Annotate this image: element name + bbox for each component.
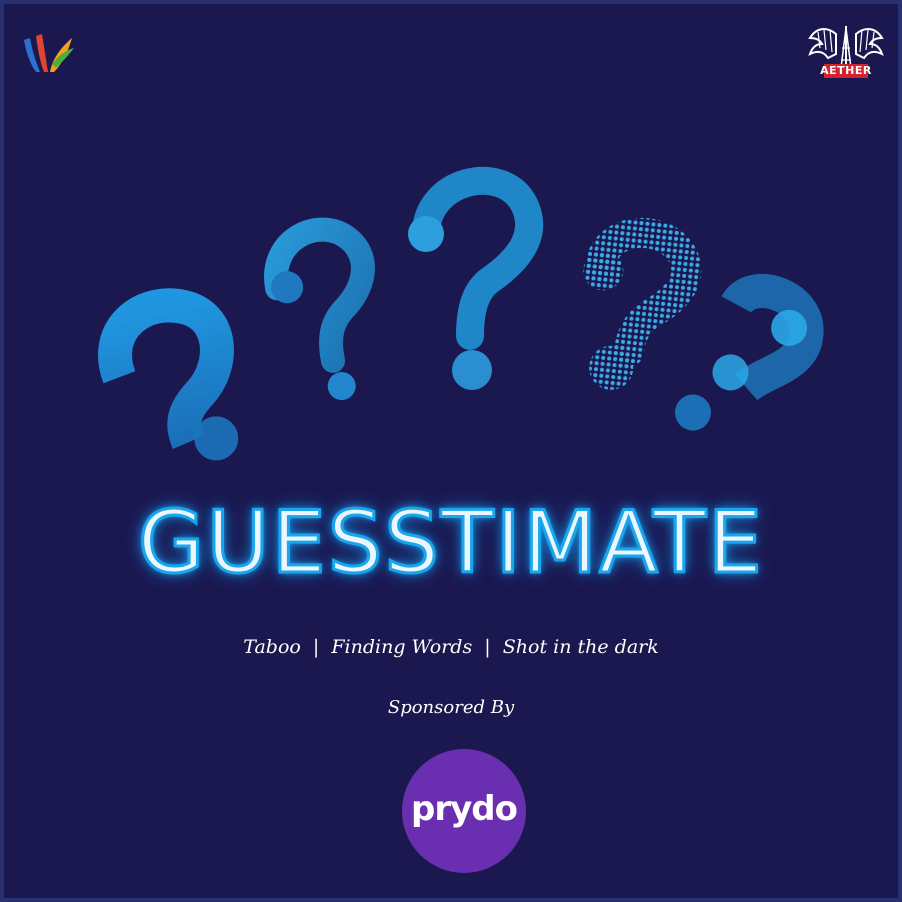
question-mark-1-icon — [98, 288, 239, 461]
event-subtitle: Taboo | Finding Words | Shot in the dark — [243, 636, 659, 658]
sponsor-name: prydo — [411, 789, 518, 829]
sponsored-by-label: Sponsored By — [387, 697, 515, 718]
question-mark-3-icon — [408, 166, 543, 390]
sponsor-logo: prydo — [402, 749, 526, 873]
question-mark-2-icon — [264, 217, 375, 401]
question-mark-4-icon — [583, 218, 702, 390]
question-mark-5-icon — [674, 274, 824, 431]
poster: AETHER GUESSTIMATE Taboo | Finding Words… — [0, 0, 902, 902]
event-title: GUESSTIMATE — [136, 493, 765, 593]
